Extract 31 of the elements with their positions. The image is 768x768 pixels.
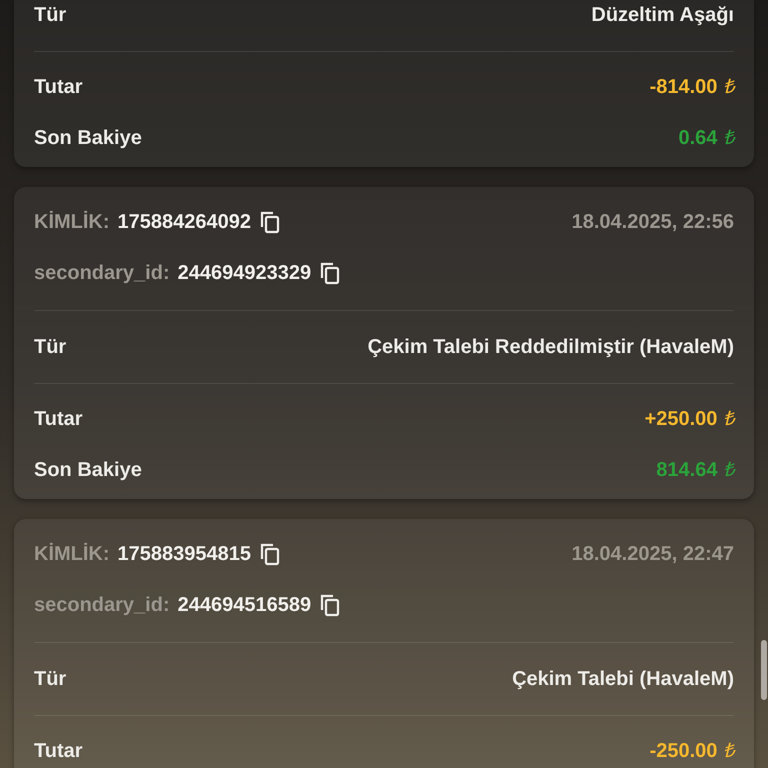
secondary-id-label: secondary_id:	[34, 593, 170, 618]
amount-value: -814.00 ₺	[650, 75, 734, 100]
type-label: Tür	[34, 335, 66, 360]
type-value: Çekim Talebi Reddedilmiştir (HavaleM)	[368, 335, 734, 360]
secondary-id-value: 244694516589	[178, 593, 312, 618]
amount-label: Tutar	[34, 75, 83, 100]
secondary-id-label: secondary_id:	[34, 261, 170, 286]
amount-label: Son Bakiye	[34, 458, 142, 483]
amount-value: 0.64 ₺	[678, 126, 734, 151]
type-value: Düzeltim Aşağı	[591, 3, 734, 28]
amount-value: +250.00 ₺	[644, 407, 734, 432]
id-label: KİMLİK:	[34, 210, 110, 235]
secondary-id-value: 244694923329	[178, 261, 312, 286]
type-label: Tür	[34, 667, 66, 692]
type-label: Tür	[34, 3, 66, 28]
copy-icon[interactable]	[319, 593, 342, 617]
amount-label: Tutar	[34, 739, 83, 764]
copy-icon[interactable]	[259, 210, 282, 234]
id-value: 175884264092	[118, 210, 252, 235]
transaction-date: 18.04.2025, 22:56	[572, 210, 734, 235]
id-value: 175883954815	[118, 542, 252, 567]
scrollbar-thumb[interactable]	[761, 640, 767, 700]
type-value: Çekim Talebi (HavaleM)	[512, 667, 734, 692]
amount-label: Tutar	[34, 407, 83, 432]
amount-label: Son Bakiye	[34, 126, 142, 151]
copy-icon[interactable]	[259, 542, 282, 566]
amount-value: 814.64 ₺	[656, 458, 734, 483]
id-label: KİMLİK:	[34, 542, 110, 567]
transaction-date: 18.04.2025, 22:47	[572, 542, 734, 567]
copy-icon[interactable]	[319, 261, 342, 285]
amount-value: -250.00 ₺	[650, 739, 734, 764]
